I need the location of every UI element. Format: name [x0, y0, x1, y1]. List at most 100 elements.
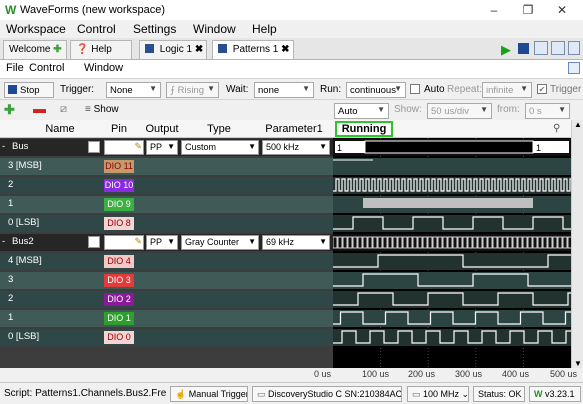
- run-label: Run:: [320, 84, 342, 95]
- header-parameter1[interactable]: Parameter1: [262, 123, 326, 135]
- status-button[interactable]: Status: OK ⌄: [473, 386, 525, 402]
- channel-row[interactable]: 1 DIO 1: [0, 310, 333, 327]
- layout-icon[interactable]: [534, 41, 548, 55]
- chevron-down-icon: ▼: [319, 237, 327, 246]
- output-select[interactable]: PP ▼: [146, 235, 178, 250]
- edit-name-icon[interactable]: [88, 141, 100, 153]
- menu-workspace[interactable]: Workspace: [6, 22, 66, 36]
- pin-badge[interactable]: DIO 2: [104, 293, 134, 306]
- list-icon: ≡: [85, 104, 91, 115]
- trigger-select[interactable]: None ▼: [106, 82, 161, 98]
- panel-icon[interactable]: [551, 41, 565, 55]
- channel-row[interactable]: 2 DIO 10: [0, 177, 333, 194]
- mode-select[interactable]: Auto ▼: [334, 103, 389, 119]
- waveform-area: 11: [332, 138, 573, 368]
- version-button[interactable]: W v3.23.1: [529, 386, 581, 402]
- window-title: WaveForms (new workspace): [20, 4, 166, 16]
- param-select[interactable]: 500 kHz ▼: [262, 140, 330, 155]
- close-tab-icon[interactable]: ✖: [195, 44, 203, 55]
- menu-window2[interactable]: Window: [84, 62, 123, 74]
- run-icon[interactable]: ▶: [501, 42, 511, 58]
- pin-badge[interactable]: DIO 9: [104, 198, 134, 211]
- from-select[interactable]: 0 s ▼: [525, 103, 570, 119]
- header-output[interactable]: Output: [144, 123, 180, 135]
- bus-row[interactable]: Bus - ✎ PP ▼ Custom ▼ 500 kHz ▼: [0, 139, 333, 156]
- channel-row[interactable]: 4 [MSB] DIO 4: [0, 253, 333, 270]
- pin-badge[interactable]: DIO 10: [104, 179, 134, 192]
- tab-logic[interactable]: Logic 1 ✖: [139, 40, 207, 59]
- rising-select[interactable]: ⨍ Rising ▼: [166, 82, 219, 98]
- repeat-select[interactable]: infinite ▼: [482, 82, 532, 98]
- edit-icon[interactable]: ⧄: [60, 103, 67, 116]
- channel-row[interactable]: 2 DIO 2: [0, 291, 333, 308]
- tab-welcome[interactable]: Welcome ✚: [3, 40, 67, 59]
- settings-icon[interactable]: [568, 41, 580, 55]
- time-axis: 0 us 100 us 200 us 300 us 400 us 500 us: [0, 368, 583, 382]
- zoom-icon[interactable]: ⚲: [553, 123, 560, 134]
- channel-row[interactable]: 0 [LSB] DIO 8: [0, 215, 333, 232]
- channel-row[interactable]: 3 [MSB] DIO 11: [0, 158, 333, 175]
- auto-checkbox[interactable]: [410, 84, 420, 94]
- manual-trigger-button[interactable]: ☝ Manual Trigger: [170, 386, 248, 402]
- pin-badge[interactable]: DIO 8: [104, 217, 134, 230]
- header-type[interactable]: Type: [190, 123, 248, 135]
- pin-badge[interactable]: DIO 3: [104, 274, 134, 287]
- close-tab-icon[interactable]: ✖: [281, 44, 289, 55]
- menu-help[interactable]: Help: [252, 22, 277, 36]
- menu-control2[interactable]: Control: [29, 62, 64, 74]
- add-channel-icon[interactable]: ✚: [4, 102, 15, 118]
- menu-file[interactable]: File: [6, 62, 24, 74]
- device-button[interactable]: ▭ DiscoveryStudio C SN:210384AC945D: [252, 386, 402, 402]
- menu-settings[interactable]: Settings: [133, 22, 176, 36]
- bus-row[interactable]: Bus2- ✎ PP ▼ Gray Counter ▼ 69 kHz ▼: [0, 234, 333, 251]
- param-select[interactable]: 69 kHz ▼: [262, 235, 330, 250]
- stop-icon[interactable]: [518, 43, 529, 54]
- pin-badge[interactable]: DIO 4: [104, 255, 134, 268]
- output-select[interactable]: PP ▼: [146, 140, 178, 155]
- device-icon: ▭: [257, 389, 266, 399]
- menu-control[interactable]: Control: [77, 22, 116, 36]
- collapse-icon[interactable]: -: [2, 141, 5, 152]
- channel-row[interactable]: 1 DIO 9: [0, 196, 333, 213]
- plus-icon: ✚: [53, 44, 62, 55]
- remove-channel-icon[interactable]: ▬: [33, 101, 46, 116]
- minimize-button[interactable]: –: [480, 2, 508, 18]
- pin-badge[interactable]: DIO 1: [104, 312, 134, 325]
- chevron-down-icon: ▼: [302, 84, 310, 93]
- hand-icon: ☝: [175, 389, 187, 399]
- channel-row[interactable]: 3 DIO 3: [0, 272, 333, 289]
- stop-button[interactable]: Stop: [4, 82, 54, 98]
- tab-bar: Welcome ✚ ❓ Help Logic 1 ✖ Patterns 1 ✖ …: [0, 38, 583, 60]
- pin-badge[interactable]: DIO 11: [104, 160, 134, 173]
- tab-help[interactable]: ❓ Help: [70, 40, 132, 59]
- type-select[interactable]: Gray Counter ▼: [181, 235, 259, 250]
- time-tick: 200 us: [408, 369, 436, 379]
- menu-window[interactable]: Window: [193, 22, 236, 36]
- type-select[interactable]: Custom ▼: [181, 140, 259, 155]
- expand-icon[interactable]: [568, 62, 580, 74]
- scroll-up-icon[interactable]: ▲: [574, 120, 582, 129]
- scroll-down-icon[interactable]: ▼: [574, 359, 582, 368]
- maximize-button[interactable]: ❐: [514, 2, 542, 18]
- help-icon: ❓: [76, 44, 89, 55]
- pin-edit-icon[interactable]: ✎: [104, 235, 144, 250]
- header-name[interactable]: Name: [30, 123, 90, 135]
- collapse-icon[interactable]: -: [2, 236, 5, 247]
- header-pin[interactable]: Pin: [104, 123, 134, 135]
- column-headers: Name Pin Output Type Parameter1 Running …: [0, 120, 583, 138]
- from-label: from:: [497, 104, 520, 115]
- channel-row[interactable]: 0 [LSB] DIO 0: [0, 329, 333, 346]
- time-div-select[interactable]: 50 us/div ▼: [427, 103, 492, 119]
- rising-edge-icon: ⨍: [170, 85, 178, 96]
- frequency-button[interactable]: ▭ 100 MHz ⌄: [407, 386, 469, 402]
- edit-name-icon[interactable]: [88, 236, 100, 248]
- close-button[interactable]: ✕: [548, 2, 576, 18]
- vertical-scrollbar[interactable]: ▲ ▼: [571, 120, 583, 368]
- run-select[interactable]: continuous ▼: [346, 82, 406, 98]
- trigger-checkbox[interactable]: ✔: [537, 84, 547, 94]
- pin-edit-icon[interactable]: ✎: [104, 140, 144, 155]
- wait-select[interactable]: none ▼: [254, 82, 314, 98]
- tab-patterns[interactable]: Patterns 1 ✖: [212, 40, 294, 59]
- pin-badge[interactable]: DIO 0: [104, 331, 134, 344]
- show-button[interactable]: ≡ Show: [85, 104, 119, 115]
